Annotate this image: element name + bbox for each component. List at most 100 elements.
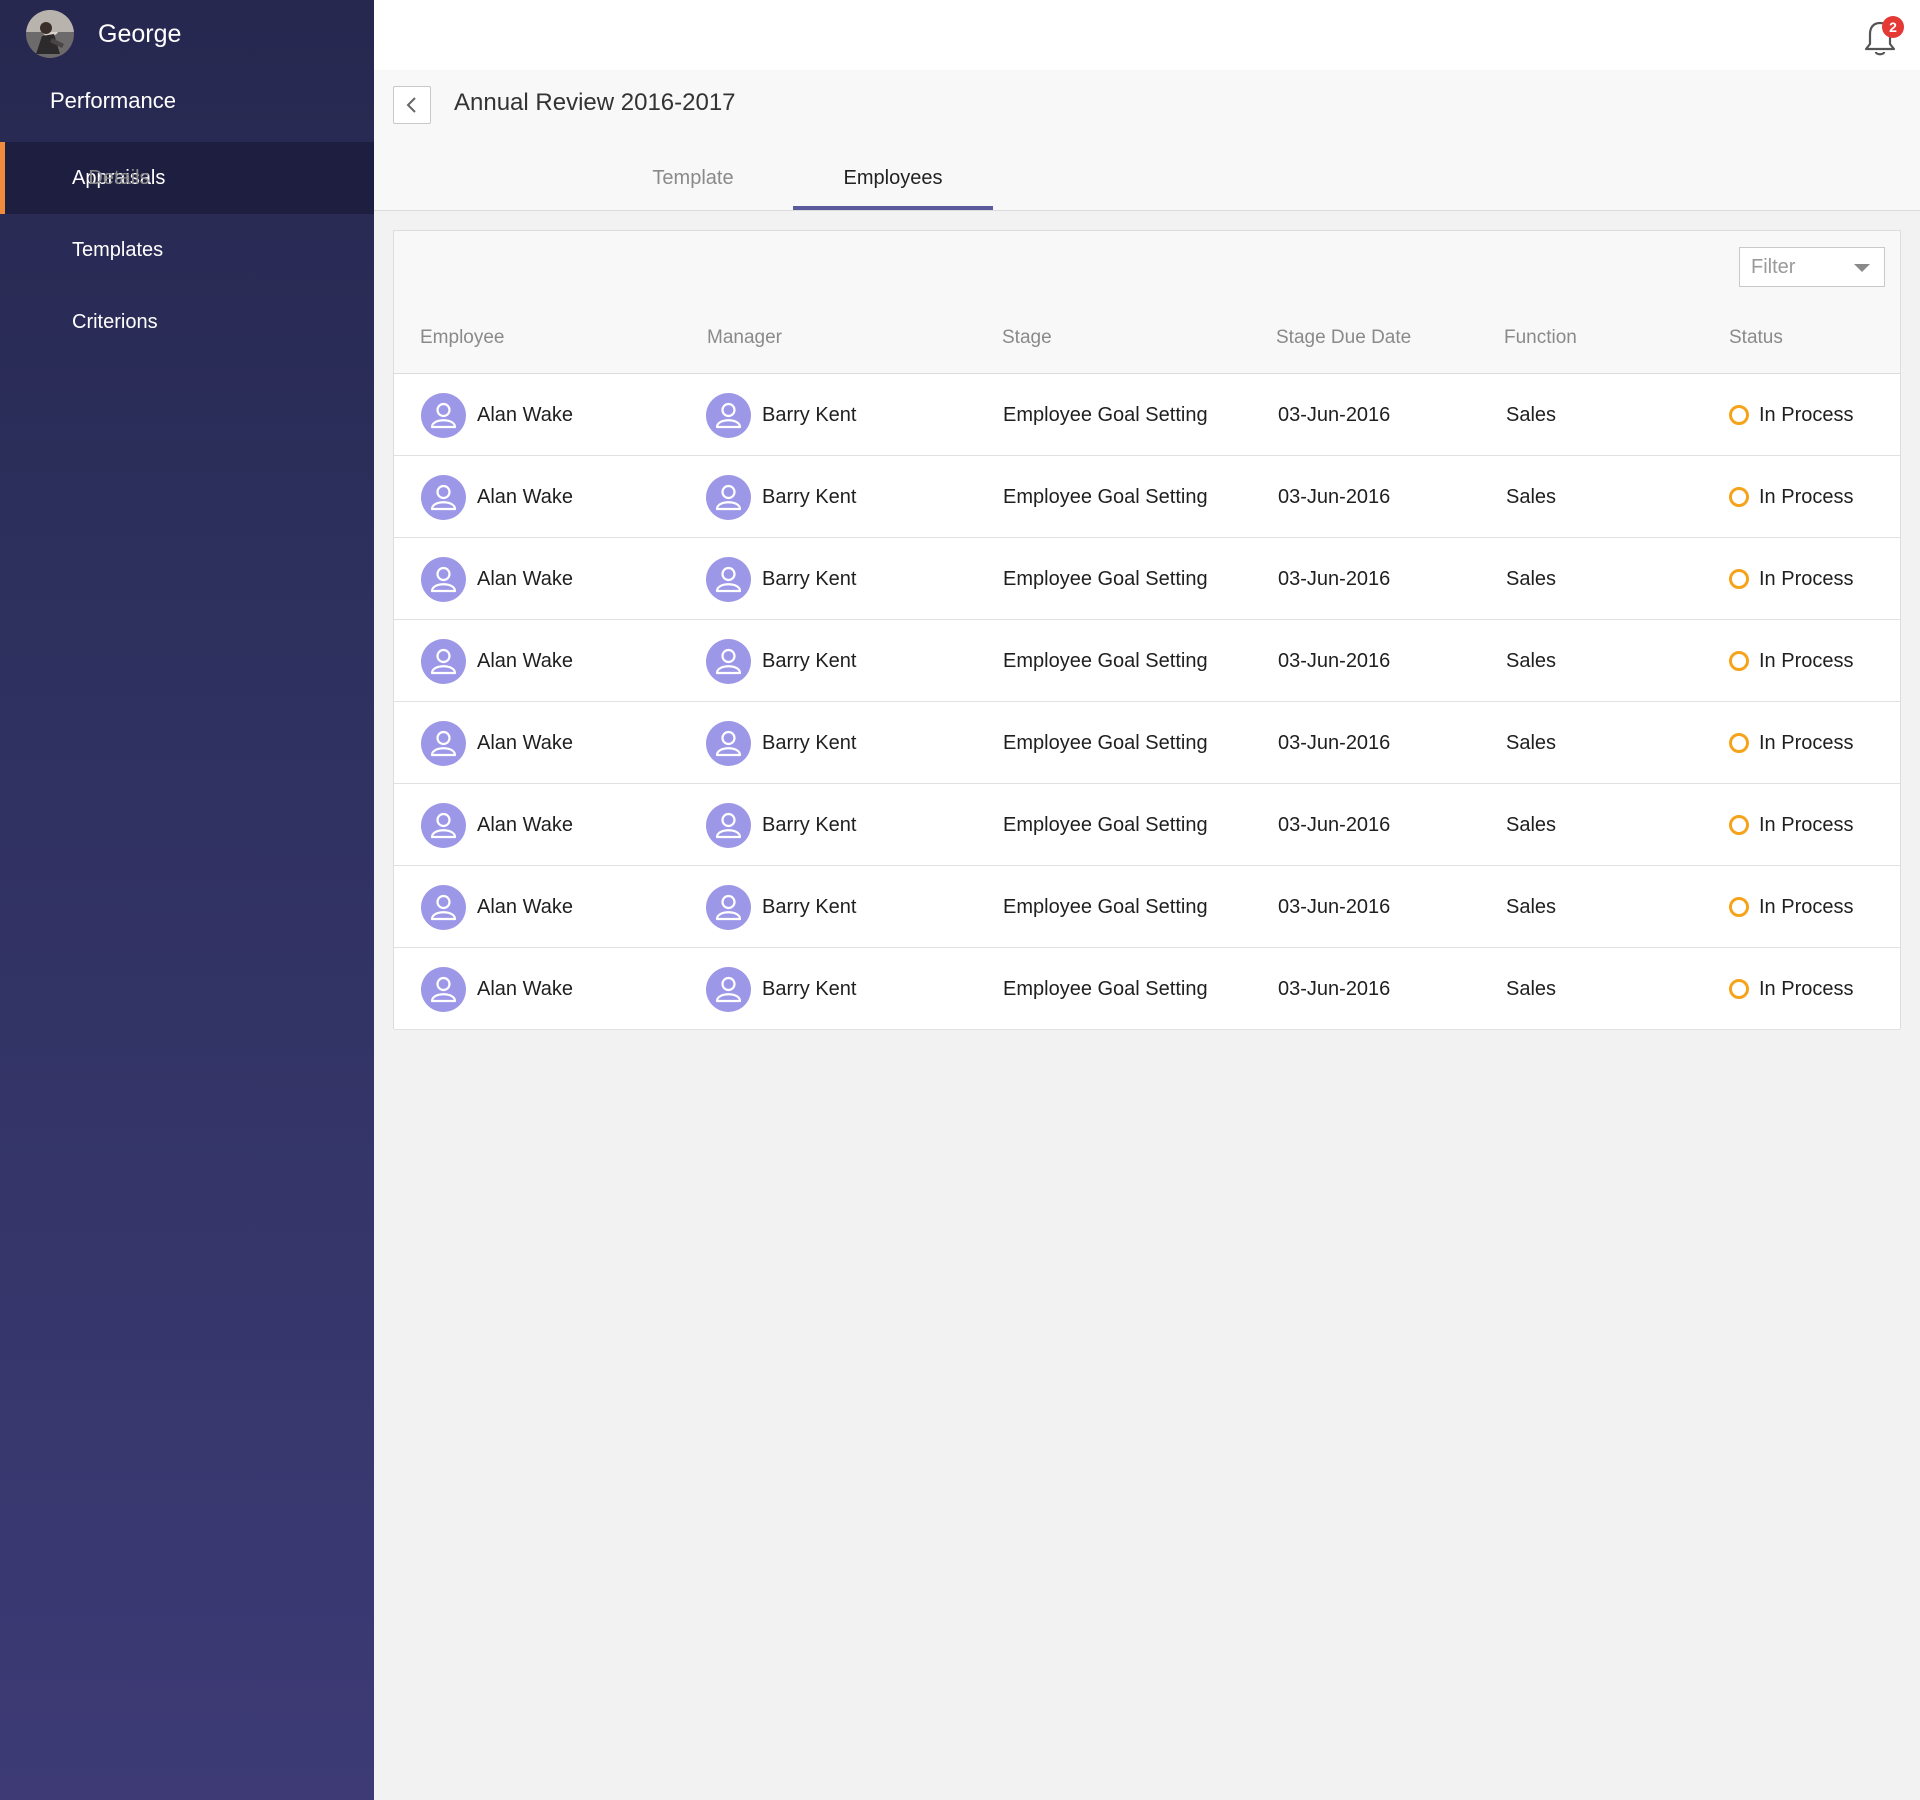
due-date-cell: 03-Jun-2016 xyxy=(1278,977,1391,1000)
employee-name: Alan Wake xyxy=(477,485,573,508)
tab-label: Template xyxy=(652,167,734,189)
user-avatar[interactable] xyxy=(26,10,74,58)
employee-name: Alan Wake xyxy=(477,731,573,754)
employee-cell[interactable]: Alan Wake xyxy=(421,784,573,866)
due-date-cell: 03-Jun-2016 xyxy=(1278,485,1391,508)
status-circle-icon xyxy=(1729,979,1749,999)
manager-name: Barry Kent xyxy=(762,649,857,672)
manager-cell[interactable]: Barry Kent xyxy=(706,374,856,456)
function-cell: Sales xyxy=(1506,977,1557,1000)
sidebar-item-templates[interactable]: Templates xyxy=(0,214,374,286)
status-circle-icon xyxy=(1729,487,1749,507)
function-cell: Sales xyxy=(1506,731,1557,754)
stage-cell: Employee Goal Setting xyxy=(1003,567,1208,590)
notification-badge: 2 xyxy=(1882,16,1904,38)
column-header-stage[interactable]: Stage xyxy=(1002,327,1052,349)
column-header-function[interactable]: Function xyxy=(1504,327,1577,349)
function-cell: Sales xyxy=(1506,649,1557,672)
employee-cell[interactable]: Alan Wake xyxy=(421,620,573,702)
sidebar-item-criterions[interactable]: Criterions xyxy=(0,286,374,358)
employee-cell[interactable]: Alan Wake xyxy=(421,374,573,456)
table-row[interactable]: Alan Wake Barry Kent Employee Goal Setting… xyxy=(394,948,1900,1030)
status-label: In Process xyxy=(1759,567,1854,590)
filter-dropdown[interactable]: Filter xyxy=(1739,247,1885,287)
status-circle-icon xyxy=(1729,815,1749,835)
table-row[interactable]: Alan Wake Barry Kent Employee Goal Setting… xyxy=(394,538,1900,620)
table-row[interactable]: Alan Wake Barry Kent Employee Goal Setting… xyxy=(394,456,1900,538)
table-row[interactable]: Alan Wake Barry Kent Employee Goal Setting… xyxy=(394,702,1900,784)
manager-cell[interactable]: Barry Kent xyxy=(706,702,856,784)
stage-cell: Employee Goal Setting xyxy=(1003,649,1208,672)
table-row[interactable]: Alan Wake Barry Kent Employee Goal Setting… xyxy=(394,374,1900,456)
page-title: Annual Review 2016-2017 xyxy=(454,89,736,116)
manager-cell[interactable]: Barry Kent xyxy=(706,866,856,948)
stage-cell: Employee Goal Setting xyxy=(1003,403,1208,426)
table-row[interactable]: Alan Wake Barry Kent Employee Goal Setting… xyxy=(394,784,1900,866)
manager-cell[interactable]: Barry Kent xyxy=(706,538,856,620)
tab-employees[interactable]: Employees xyxy=(793,160,993,210)
avatar xyxy=(421,720,466,766)
chevron-left-icon xyxy=(406,97,416,113)
table-row[interactable]: Alan Wake Barry Kent Employee Goal Setting… xyxy=(394,620,1900,702)
manager-name: Barry Kent xyxy=(762,567,857,590)
avatar xyxy=(421,556,466,602)
tab-details[interactable]: Details xyxy=(19,160,219,210)
user-profile[interactable]: George xyxy=(26,10,181,58)
avatar xyxy=(706,802,751,848)
avatar xyxy=(421,966,466,1012)
manager-cell[interactable]: Barry Kent xyxy=(706,948,856,1030)
sidebar-section-title: Performance xyxy=(50,88,176,113)
due-date-cell: 03-Jun-2016 xyxy=(1278,895,1391,918)
manager-name: Barry Kent xyxy=(762,977,857,1000)
manager-cell[interactable]: Barry Kent xyxy=(706,456,856,538)
back-button[interactable] xyxy=(393,86,431,124)
avatar xyxy=(706,638,751,684)
employee-cell[interactable]: Alan Wake xyxy=(421,866,573,948)
avatar xyxy=(421,638,466,684)
employee-cell[interactable]: Alan Wake xyxy=(421,456,573,538)
due-date-cell: 03-Jun-2016 xyxy=(1278,567,1391,590)
user-name: George xyxy=(98,19,182,48)
employee-cell[interactable]: Alan Wake xyxy=(421,702,573,784)
table-row[interactable]: Alan Wake Barry Kent Employee Goal Setting… xyxy=(394,866,1900,948)
due-date-cell: 03-Jun-2016 xyxy=(1278,813,1391,836)
function-cell: Sales xyxy=(1506,403,1557,426)
table-header: Filter Employee Manager Stage Stage Due … xyxy=(394,231,1900,374)
sidebar: George Performance Appraisals Templates … xyxy=(0,0,374,1800)
status-circle-icon xyxy=(1729,405,1749,425)
employee-name: Alan Wake xyxy=(477,813,573,836)
top-bar: 2 xyxy=(374,0,1920,70)
status-label: In Process xyxy=(1759,485,1854,508)
tab-label: Employees xyxy=(843,167,943,189)
sidebar-item-label: Criterions xyxy=(72,310,158,333)
manager-cell[interactable]: Barry Kent xyxy=(706,784,856,866)
manager-name: Barry Kent xyxy=(762,813,857,836)
avatar xyxy=(421,884,466,930)
status-cell: In Process xyxy=(1729,948,1853,1030)
employee-name: Alan Wake xyxy=(477,895,573,918)
stage-cell: Employee Goal Setting xyxy=(1003,977,1208,1000)
page-header: Annual Review 2016-2017 Details Template… xyxy=(88,70,1920,211)
column-header-status[interactable]: Status xyxy=(1729,327,1783,349)
employee-cell[interactable]: Alan Wake xyxy=(421,538,573,620)
tab-template[interactable]: Template xyxy=(593,160,793,210)
function-cell: Sales xyxy=(1506,567,1557,590)
function-cell: Sales xyxy=(1506,895,1557,918)
column-header-manager[interactable]: Manager xyxy=(707,327,782,349)
status-label: In Process xyxy=(1759,649,1854,672)
avatar xyxy=(421,802,466,848)
employee-name: Alan Wake xyxy=(477,567,573,590)
column-header-employee[interactable]: Employee xyxy=(420,327,505,349)
function-cell: Sales xyxy=(1506,813,1557,836)
manager-cell[interactable]: Barry Kent xyxy=(706,620,856,702)
column-header-stage-due-date[interactable]: Stage Due Date xyxy=(1276,327,1411,349)
status-cell: In Process xyxy=(1729,620,1853,702)
manager-name: Barry Kent xyxy=(762,731,857,754)
status-cell: In Process xyxy=(1729,538,1853,620)
employee-name: Alan Wake xyxy=(477,977,573,1000)
employee-cell[interactable]: Alan Wake xyxy=(421,948,573,1030)
status-circle-icon xyxy=(1729,651,1749,671)
status-cell: In Process xyxy=(1729,866,1853,948)
status-label: In Process xyxy=(1759,895,1854,918)
notifications-button[interactable]: 2 xyxy=(1862,16,1904,58)
